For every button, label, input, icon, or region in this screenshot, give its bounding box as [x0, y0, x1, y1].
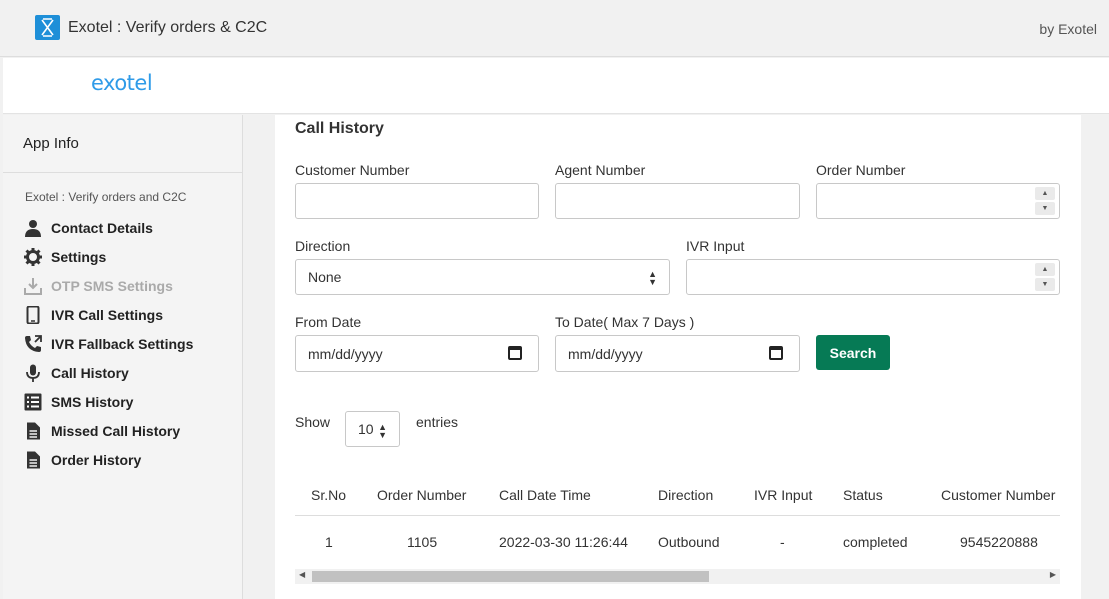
sidebar-item-contact-details[interactable]: Contact Details — [23, 213, 193, 242]
cell-ivr-input: - — [780, 534, 785, 550]
sidebar-item-ivr-call-settings[interactable]: IVR Call Settings — [23, 300, 193, 329]
list-icon — [23, 392, 43, 412]
sidebar-divider — [3, 172, 242, 173]
ivr-input-label: IVR Input — [686, 238, 745, 254]
scrollbar-thumb[interactable] — [312, 571, 709, 582]
mobile-icon — [23, 305, 43, 325]
sidebar-item-label: Contact Details — [51, 219, 153, 236]
download-icon — [23, 276, 43, 296]
cell-customer-number: 9545220888 — [960, 534, 1038, 550]
chevron-up-icon[interactable]: ▲ — [1035, 263, 1055, 276]
sidebar: App Info Exotel : Verify orders and C2C … — [3, 115, 243, 599]
direction-label: Direction — [295, 238, 351, 254]
column-header-customer-number[interactable]: Customer Number — [941, 474, 1055, 515]
gear-icon — [23, 247, 43, 267]
sidebar-item-call-history[interactable]: Call History — [23, 358, 193, 387]
column-header-order-number[interactable]: Order Number — [377, 474, 466, 515]
exotel-logo: exotel — [91, 71, 153, 95]
cell-call-date-time: 2022-03-30 11:26:44 — [499, 534, 628, 550]
entries-selected-value: 10 — [358, 421, 374, 437]
order-number-input[interactable]: ▲ ▼ — [816, 183, 1060, 219]
chevron-up-icon[interactable]: ▲ — [1035, 187, 1055, 200]
from-date-input[interactable]: mm/dd/yyyy — [295, 335, 539, 372]
sidebar-item-label: Missed Call History — [51, 422, 181, 439]
sidebar-item-settings[interactable]: Settings — [23, 242, 193, 271]
table-row: 1 1105 2022-03-30 11:26:44 Outbound - co… — [295, 517, 1060, 567]
document-icon — [23, 450, 43, 470]
column-header-ivr-input[interactable]: IVR Input — [754, 474, 812, 515]
to-date-input[interactable]: mm/dd/yyyy — [555, 335, 800, 372]
page-title: Call History — [295, 120, 384, 137]
sidebar-item-missed-call-history[interactable]: Missed Call History — [23, 416, 193, 445]
order-number-stepper[interactable]: ▲ ▼ — [1035, 187, 1055, 215]
order-number-label: Order Number — [816, 162, 906, 178]
column-header-sr-no[interactable]: Sr.No — [311, 474, 346, 515]
entries-label: entries — [416, 414, 459, 430]
user-icon — [23, 218, 43, 238]
show-label: Show — [295, 414, 331, 430]
phone-forward-icon — [23, 334, 43, 354]
sidebar-item-label: IVR Call Settings — [51, 306, 164, 323]
sidebar-app-info[interactable]: App Info — [23, 135, 79, 152]
app-bar: Exotel : Verify orders & C2C by Exotel — [0, 0, 1109, 57]
to-date-label: To Date( Max 7 Days ) — [555, 314, 695, 330]
call-history-panel: Call History Customer Number Agent Numbe… — [275, 115, 1081, 599]
microphone-icon — [23, 363, 43, 383]
select-arrows-icon: ▲ ▼ — [378, 422, 387, 440]
scroll-left-icon[interactable]: ◀ — [299, 570, 305, 579]
sidebar-item-ivr-fallback-settings[interactable]: IVR Fallback Settings — [23, 329, 193, 358]
column-header-direction[interactable]: Direction — [658, 474, 713, 515]
sidebar-item-label: Call History — [51, 364, 129, 381]
sidebar-item-sms-history[interactable]: SMS History — [23, 387, 193, 416]
to-date-placeholder: mm/dd/yyyy — [568, 345, 643, 362]
brand-header: exotel — [3, 58, 1109, 114]
cell-order-number: 1105 — [407, 534, 438, 550]
column-header-call-date-time[interactable]: Call Date Time — [499, 474, 591, 515]
agent-number-input[interactable] — [555, 183, 800, 219]
entries-select[interactable]: 10 ▲ ▼ — [345, 411, 400, 447]
agent-number-label: Agent Number — [555, 162, 646, 178]
sidebar-item-otp-sms-settings[interactable]: OTP SMS Settings — [23, 271, 193, 300]
sidebar-nav: Contact Details Settings OTP SMS Setting… — [23, 213, 193, 474]
sidebar-caption: Exotel : Verify orders and C2C — [25, 190, 187, 204]
document-icon — [23, 421, 43, 441]
column-header-status[interactable]: Status — [843, 474, 883, 515]
direction-select[interactable]: None ▲ ▼ — [295, 259, 670, 295]
horizontal-scrollbar[interactable]: ◀ ▶ — [295, 569, 1060, 584]
sidebar-item-label: Order History — [51, 451, 142, 468]
sidebar-item-label: IVR Fallback Settings — [51, 335, 194, 352]
table-header: Sr.No Order Number Call Date Time Direct… — [295, 474, 1060, 516]
cell-status: completed — [843, 534, 908, 550]
from-date-label: From Date — [295, 314, 362, 330]
search-button[interactable]: Search — [816, 335, 890, 370]
sidebar-item-label: Settings — [51, 248, 107, 265]
chevron-down-icon[interactable]: ▼ — [1035, 278, 1055, 291]
cell-sr-no: 1 — [325, 534, 333, 550]
scroll-right-icon[interactable]: ▶ — [1050, 570, 1056, 579]
sidebar-item-order-history[interactable]: Order History — [23, 445, 193, 474]
calendar-icon[interactable] — [769, 346, 783, 360]
customer-number-input[interactable] — [295, 183, 539, 219]
sidebar-item-label: OTP SMS Settings — [51, 277, 173, 294]
exotel-app-icon — [35, 15, 60, 40]
by-exotel-label: by Exotel — [1039, 21, 1097, 37]
select-arrows-icon: ▲ ▼ — [648, 269, 657, 287]
customer-number-label: Customer Number — [295, 162, 410, 178]
sidebar-item-label: SMS History — [51, 393, 134, 410]
ivr-input-stepper[interactable]: ▲ ▼ — [1035, 263, 1055, 291]
app-title: Exotel : Verify orders & C2C — [68, 19, 268, 36]
direction-selected-value: None — [308, 269, 342, 285]
from-date-placeholder: mm/dd/yyyy — [308, 345, 383, 362]
calendar-icon[interactable] — [508, 346, 522, 360]
ivr-input-field[interactable]: ▲ ▼ — [686, 259, 1060, 295]
chevron-down-icon[interactable]: ▼ — [1035, 202, 1055, 215]
cell-direction: Outbound — [658, 534, 720, 550]
